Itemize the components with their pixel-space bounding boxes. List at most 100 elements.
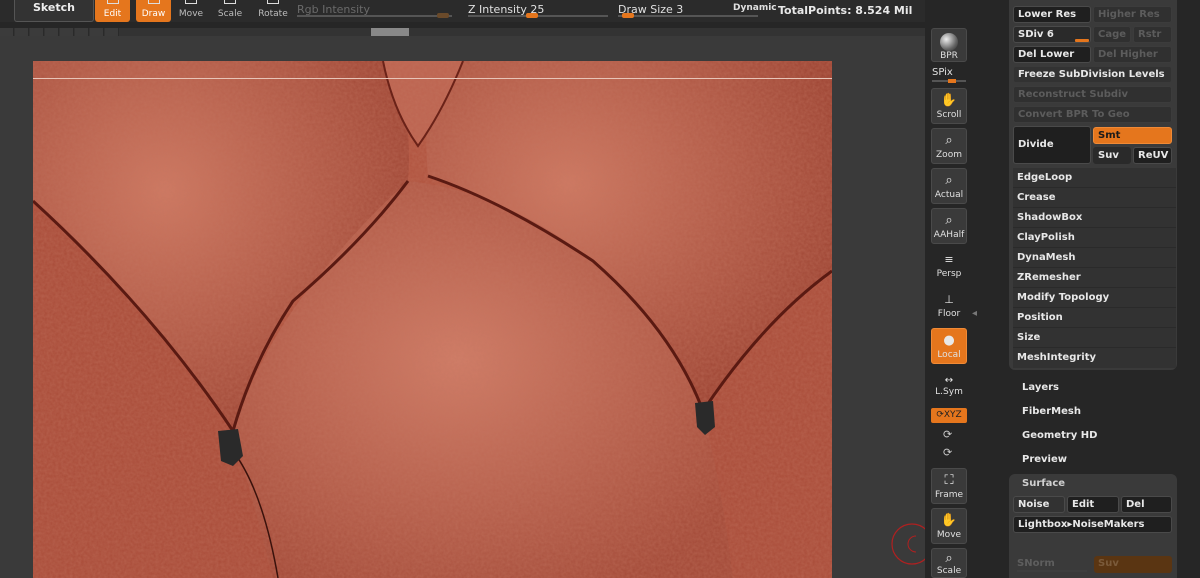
lightbox-noisemakers-button[interactable]: Lightbox▸NoiseMakers [1013, 516, 1172, 533]
rgb-intensity-slider[interactable]: Rgb Intensity [297, 0, 452, 22]
snorm-track [1017, 570, 1087, 572]
rotate-button[interactable]: Rotate [255, 0, 291, 22]
noise-edit-button[interactable]: Edit [1067, 496, 1119, 513]
zoom-icon: ⌕ [945, 133, 953, 148]
persp-button[interactable]: ≡ Persp [931, 248, 967, 284]
sdiv-label: SDiv 6 [1018, 29, 1054, 40]
aahalf-button[interactable]: ⌕ AAHalf [931, 208, 967, 244]
reconstruct-subdiv-button[interactable]: Reconstruct Subdiv [1013, 86, 1172, 103]
persp-label: Persp [936, 269, 962, 279]
higher-res-button[interactable]: Higher Res [1093, 6, 1172, 23]
document-viewport[interactable] [33, 61, 832, 578]
floor-icon: ⊥ [944, 293, 954, 306]
floor-label: Floor [937, 309, 961, 319]
cage-button[interactable]: Cage [1093, 26, 1131, 43]
smt-toggle[interactable]: Smt [1093, 127, 1172, 144]
snorm-slider[interactable]: SNorm [1017, 558, 1055, 569]
del-higher-button[interactable]: Del Higher [1093, 46, 1172, 63]
zbrush-window: Sketch Edit Draw Move Scale Rotate Rgb I… [0, 0, 1200, 578]
actual-button[interactable]: ⌕ Actual [931, 168, 967, 204]
suv-toggle[interactable]: Suv [1093, 147, 1131, 164]
actual-label: Actual [934, 190, 964, 200]
bpr-button[interactable]: BPR [931, 28, 967, 62]
aahalf-icon: ⌕ [945, 213, 953, 228]
crease-section[interactable]: Crease [1013, 188, 1176, 208]
edgeloop-section[interactable]: EdgeLoop [1013, 168, 1176, 188]
aahalf-label: AAHalf [933, 230, 965, 240]
xyz-rotate-button[interactable]: ⟳XYZ [931, 408, 967, 423]
del-lower-button[interactable]: Del Lower [1013, 46, 1091, 63]
draw-button[interactable]: Draw [136, 0, 171, 22]
hand-icon: ✋ [940, 93, 958, 108]
local-button[interactable]: ● Local [931, 328, 967, 364]
zoom-label: Zoom [936, 150, 962, 160]
sculpt-render [33, 61, 832, 578]
reuv-button[interactable]: ReUV [1133, 147, 1172, 164]
size-section[interactable]: Size [1013, 328, 1176, 348]
z-rotate-icon[interactable]: ⟳ [943, 446, 952, 459]
frame-icon: ⛶ [944, 473, 954, 488]
scroll-button[interactable]: ✋ Scroll [931, 88, 967, 124]
rotate-icon [267, 0, 279, 4]
zremesher-section[interactable]: ZRemesher [1013, 268, 1176, 288]
claypolish-section[interactable]: ClayPolish [1013, 228, 1176, 248]
surface-suv-toggle[interactable]: Suv [1094, 556, 1172, 573]
sketch-button[interactable]: Sketch [14, 0, 94, 22]
freeze-subdivision-button[interactable]: Freeze SubDivision Levels [1013, 66, 1172, 83]
move-view-button[interactable]: ✋ Move [931, 508, 967, 544]
layers-section[interactable]: Layers [1022, 382, 1059, 393]
spix-slider[interactable] [932, 79, 966, 83]
lower-res-button[interactable]: Lower Res [1013, 6, 1091, 23]
rotate-label: Rotate [258, 9, 288, 19]
fibermesh-section[interactable]: FiberMesh [1022, 406, 1081, 417]
scale-view-button[interactable]: ⌕ Scale [931, 548, 967, 578]
meshintegrity-section[interactable]: MeshIntegrity [1013, 348, 1176, 368]
zoom-button[interactable]: ⌕ Zoom [931, 128, 967, 164]
scale-view-label: Scale [936, 566, 962, 576]
preview-section[interactable]: Preview [1022, 454, 1067, 465]
perspective-grid-icon: ≡ [944, 253, 954, 266]
z-intensity-slider[interactable]: Z Intensity 25 [468, 0, 608, 22]
collapse-arrow-icon[interactable]: ◂ [972, 308, 980, 322]
scale-icon [224, 0, 236, 4]
edit-label: Edit [103, 9, 122, 19]
local-label: Local [937, 350, 961, 360]
shadowbox-section[interactable]: ShadowBox [1013, 208, 1176, 228]
canvas-corner-indicator [891, 523, 930, 565]
divide-button[interactable]: Divide [1013, 126, 1091, 164]
geometry-hd-section[interactable]: Geometry HD [1022, 430, 1097, 441]
rstr-button[interactable]: Rstr [1133, 26, 1172, 43]
lsym-button[interactable]: ↔ L.Sym [931, 372, 967, 402]
draw-icon [147, 0, 160, 4]
dynamesh-section[interactable]: DynaMesh [1013, 248, 1176, 268]
floor-button[interactable]: ⊥ Floor [931, 288, 967, 324]
noise-del-button[interactable]: Del [1121, 496, 1172, 513]
move-icon [185, 0, 197, 4]
surface-title[interactable]: Surface [1022, 478, 1065, 489]
bpr-label: BPR [940, 51, 958, 61]
actual-zoom-icon: ⌕ [945, 173, 953, 188]
draw-label: Draw [141, 9, 166, 19]
right-shelf: BPR SPix ✋ Scroll ⌕ Zoom ⌕ Actual ⌕ AAHa… [925, 0, 975, 578]
scale-button[interactable]: Scale [213, 0, 247, 22]
position-section[interactable]: Position [1013, 308, 1176, 328]
noise-button[interactable]: Noise [1013, 496, 1065, 513]
modify-topology-section[interactable]: Modify Topology [1013, 288, 1176, 308]
move-label: Move [178, 9, 204, 19]
edit-icon [106, 0, 119, 4]
sdiv-knob[interactable] [1075, 39, 1089, 42]
scroll-label: Scroll [936, 110, 962, 120]
spix-label: SPix [932, 67, 953, 78]
y-rotate-icon[interactable]: ⟳ [943, 428, 952, 441]
bpr-sphere-icon [940, 33, 958, 51]
convert-bpr-button[interactable]: Convert BPR To Geo [1013, 106, 1172, 123]
frame-button[interactable]: ⛶ Frame [931, 468, 967, 504]
canvas-scrollbar[interactable] [0, 28, 925, 36]
scale-view-icon: ⌕ [945, 551, 953, 566]
move-view-label: Move [936, 530, 962, 540]
dynamic-toggle[interactable]: Dynamic [733, 3, 777, 13]
move-button[interactable]: Move [174, 0, 208, 22]
scrollbar-thumb[interactable] [371, 28, 409, 36]
symmetry-icon: ↔ [944, 375, 954, 386]
edit-button[interactable]: Edit [95, 0, 130, 22]
